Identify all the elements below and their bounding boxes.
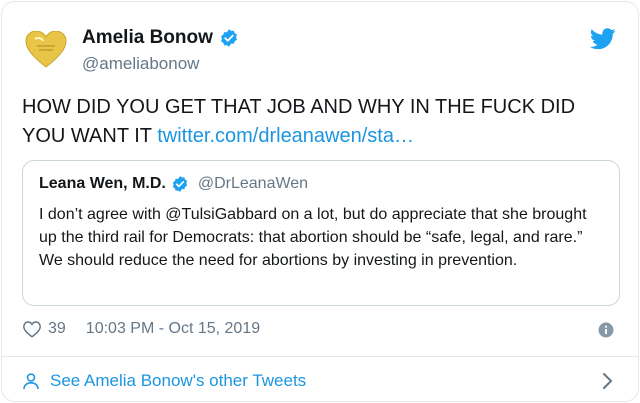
tweet-link[interactable]: twitter.com/drleanawen/sta… <box>157 125 414 147</box>
verified-badge-icon <box>220 29 237 47</box>
author-block: Amelia Bonow @ameliabonow <box>82 27 239 74</box>
see-other-tweets-link[interactable]: See Amelia Bonow's other Tweets <box>22 371 306 391</box>
quoted-author-name: Leana Wen, M.D. <box>39 175 166 192</box>
quoted-tweet[interactable]: Leana Wen, M.D. @DrLeanaWen I don’t agre… <box>22 160 620 306</box>
author-handle[interactable]: @ameliabonow <box>82 54 239 74</box>
avatar[interactable] <box>22 26 70 74</box>
quoted-author-handle: @DrLeanaWen <box>197 175 309 192</box>
author-name[interactable]: Amelia Bonow <box>82 27 213 49</box>
embedded-tweet-card: Amelia Bonow @ameliabonow HOW DID YOU GE… <box>1 1 639 402</box>
gold-heart-avatar-icon <box>25 31 67 68</box>
twitter-bird-icon[interactable] <box>590 28 616 50</box>
heart-icon[interactable] <box>22 320 42 338</box>
verified-badge-icon <box>172 176 187 192</box>
timestamp[interactable]: 10:03 PM - Oct 15, 2019 <box>86 320 260 338</box>
tweet-body: HOW DID YOU GET THAT JOB AND WHY IN THE … <box>22 93 612 151</box>
divider <box>2 356 638 357</box>
see-other-tweets-label: See Amelia Bonow's other Tweets <box>50 371 307 390</box>
person-icon <box>23 373 39 390</box>
tweet-meta: 39 10:03 PM - Oct 15, 2019 <box>22 320 260 338</box>
quoted-tweet-text: I don’t agree with @TulsiGabbard on a lo… <box>39 206 587 269</box>
chevron-right-icon[interactable] <box>602 372 614 390</box>
like-count[interactable]: 39 <box>48 320 66 338</box>
info-icon[interactable] <box>598 322 614 338</box>
